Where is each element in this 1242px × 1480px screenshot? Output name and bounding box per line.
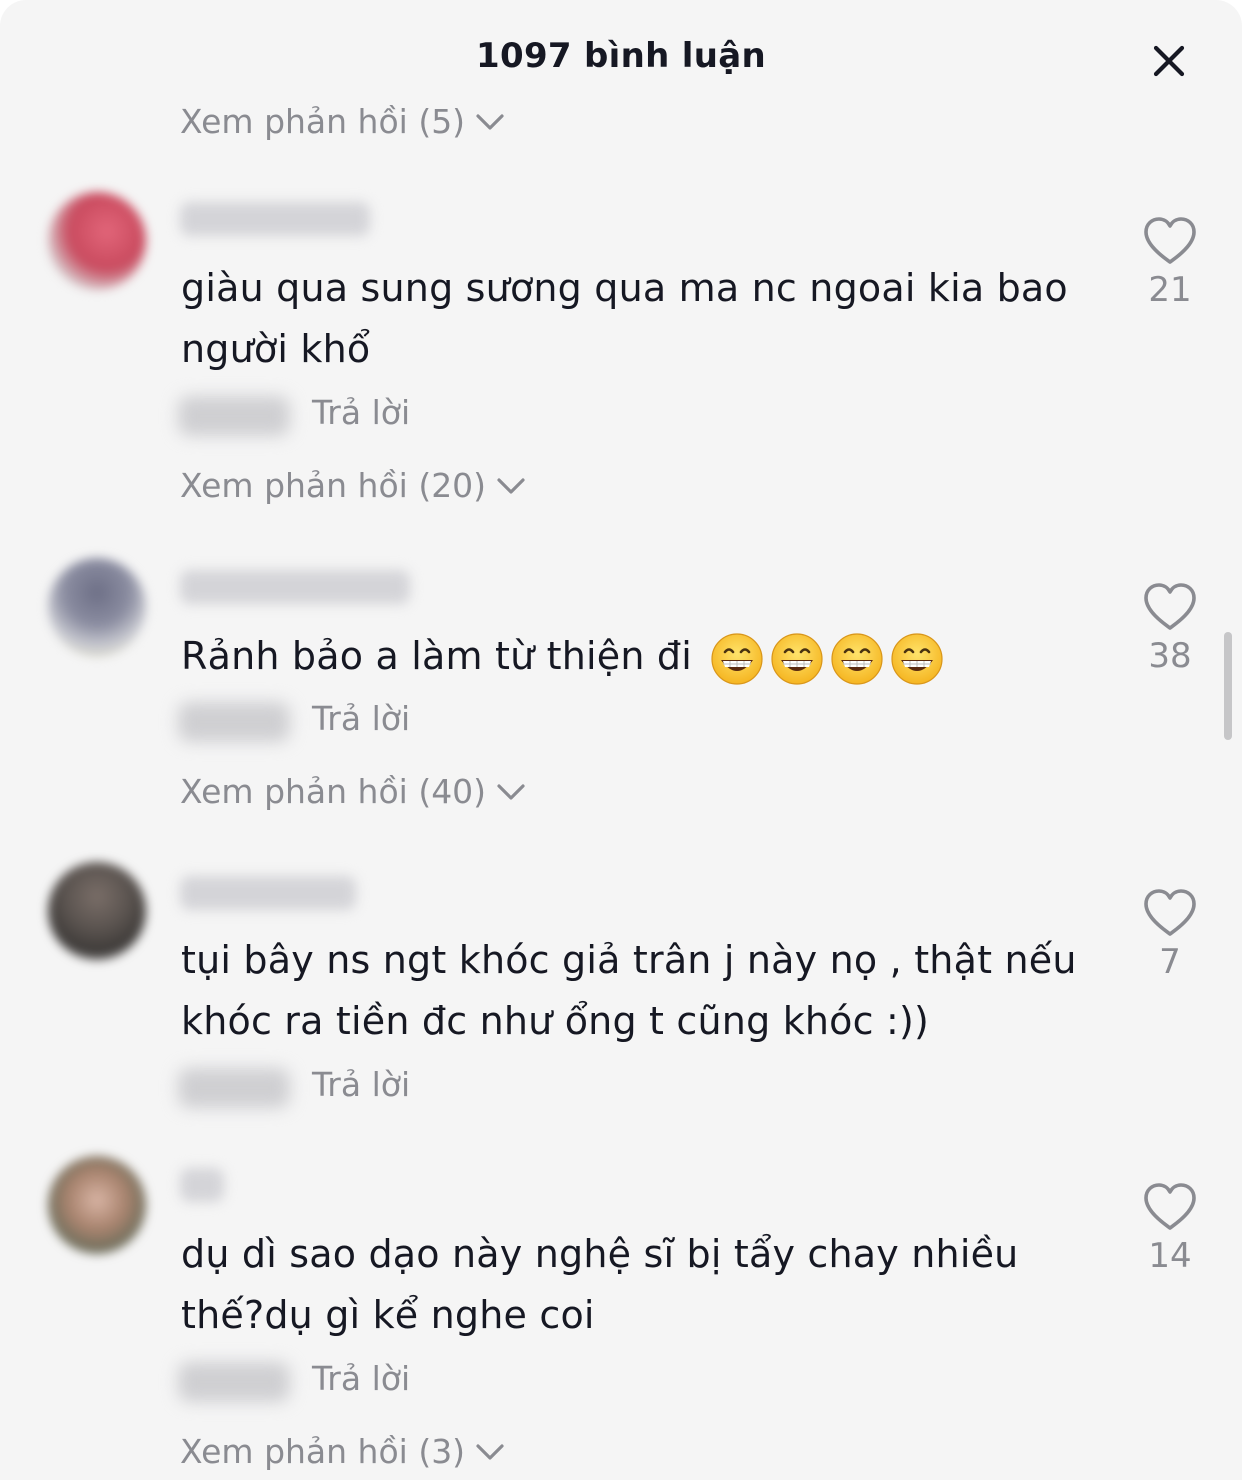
view-replies-button[interactable]: Xem phản hồi (20): [180, 466, 526, 505]
view-replies-label: Xem phản hồi (5): [180, 102, 466, 141]
view-replies-button[interactable]: Xem phản hồi (40): [180, 772, 526, 811]
close-button[interactable]: [1146, 38, 1192, 84]
like-button[interactable]: 14: [1124, 1182, 1216, 1276]
scrollbar[interactable]: [1224, 632, 1232, 740]
comments-list[interactable]: Xem phản hồi (5) giàu qua sung sương qua…: [0, 96, 1242, 1480]
reply-button[interactable]: Trả lời: [312, 1359, 410, 1398]
username[interactable]: [180, 1168, 224, 1202]
username[interactable]: [180, 202, 370, 236]
username[interactable]: [180, 570, 410, 604]
comments-sheet: 1097 bình luận Xem phản hồi (5) giàu qua…: [0, 0, 1242, 1480]
like-button[interactable]: 38: [1124, 582, 1216, 676]
comments-count-title: 1097 bình luận: [476, 36, 766, 76]
view-replies-label: Xem phản hồi (40): [180, 772, 487, 811]
comment-text: dụ dì sao dạo này nghệ sĩ bị tẩy chay nh…: [181, 1232, 1019, 1337]
chevron-down-icon: [476, 113, 504, 130]
reply-button[interactable]: Trả lời: [312, 393, 410, 432]
comment-timestamp: [178, 1362, 290, 1402]
heart-icon: [1144, 583, 1196, 630]
heart-icon: [1144, 1183, 1196, 1230]
chevron-down-icon: [476, 1443, 504, 1460]
close-icon: [1153, 45, 1185, 77]
comment-timestamp: [178, 1068, 290, 1108]
avatar[interactable]: [48, 862, 146, 960]
like-count: 14: [1148, 1236, 1192, 1276]
grinning-face-icon: [891, 632, 943, 685]
avatar[interactable]: [48, 192, 146, 290]
grinning-face-icon: [831, 632, 883, 685]
avatar[interactable]: [48, 1156, 146, 1254]
grinning-face-icon: [711, 632, 763, 685]
chevron-down-icon: [497, 477, 525, 494]
comment-text: tụi bây ns ngt khóc giả trân j này nọ , …: [181, 938, 1077, 1043]
username[interactable]: [180, 876, 356, 910]
chevron-down-icon: [497, 783, 525, 800]
like-count: 7: [1159, 942, 1181, 982]
view-replies-button[interactable]: Xem phản hồi (5): [180, 102, 505, 141]
comment-timestamp: [178, 702, 290, 742]
grinning-face-icon: [771, 632, 823, 685]
like-button[interactable]: 7: [1124, 888, 1216, 982]
comment-text: Rảnh bảo a làm từ thiện đi: [181, 626, 1081, 687]
reply-button[interactable]: Trả lời: [312, 699, 410, 738]
heart-icon: [1144, 217, 1196, 264]
comment-timestamp: [178, 396, 290, 436]
view-replies-label: Xem phản hồi (3): [180, 1432, 466, 1471]
view-replies-button[interactable]: Xem phản hồi (3): [180, 1432, 505, 1471]
comment-text-body: Rảnh bảo a làm từ thiện đi: [181, 634, 693, 678]
like-count: 21: [1148, 270, 1192, 310]
view-replies-label: Xem phản hồi (20): [180, 466, 487, 505]
heart-icon: [1144, 889, 1196, 936]
avatar[interactable]: [48, 558, 146, 656]
reply-button[interactable]: Trả lời: [312, 1065, 410, 1104]
like-count: 38: [1148, 636, 1192, 676]
comment-text: giàu qua sung sương qua ma nc ngoai kia …: [181, 266, 1068, 371]
like-button[interactable]: 21: [1124, 216, 1216, 310]
emoji-row: [704, 632, 944, 685]
